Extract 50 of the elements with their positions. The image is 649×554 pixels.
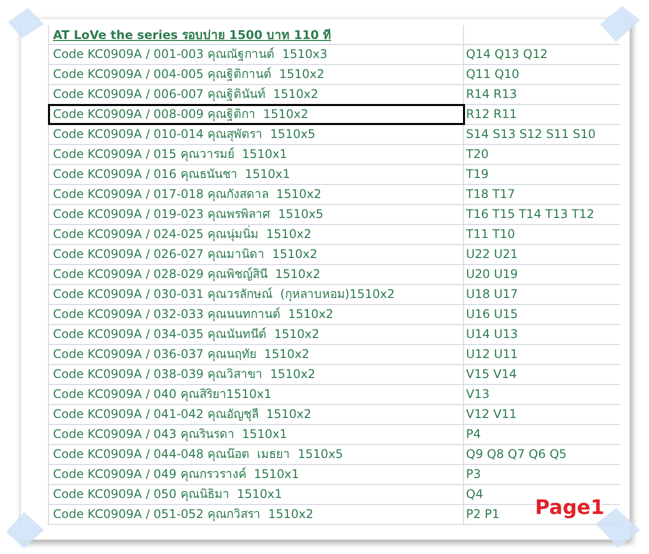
table-cell[interactable]: Code KC0909A / 036-037 คุณนฤทัย 1510x2 [49,345,464,364]
table-cell-text: P3 [465,466,482,483]
table-cell[interactable]: Code KC0909A / 050 คุณนิธิมา 1510x1 [49,485,464,504]
table-cell[interactable]: Code KC0909A / 043 คุณรินรดา 1510x1 [49,425,464,444]
table-cell-text: U12 U11 [465,346,519,363]
table-cell-text: P2 P1 [465,506,501,523]
table-cell[interactable]: Code KC0909A / 006-007 คุณฐิตินันท์ 1510x2 [49,85,464,104]
table-cell-text: U22 U21 [465,246,519,263]
table-cell-text: S14 S13 S12 S11 S10 [465,126,597,143]
table-cell[interactable]: Code KC0909A / 008-009 คุณฐิติกา 1510x2 [49,105,464,124]
page-label: Page1 [535,494,604,521]
table-cell[interactable]: Code KC0909A / 004-005 คุณฐิติกานต์ 1510x2 [49,65,464,84]
table-cell-text: T19 [465,166,490,183]
table-cell-text: V15 V14 [465,366,518,383]
table-cell[interactable]: Code KC0909A / 049 คุณกรวรางค์ 1510x1 [49,465,464,484]
table-cell-text: T18 T17 [465,186,516,203]
table-cell-text: P4 [465,426,482,443]
table-cell[interactable]: Code KC0909A / 044-048 คุณน๊อต เมธยา 1510x5 [49,445,464,464]
table-cell[interactable]: Code KC0909A / 010-014 คุณสุพัตรา 1510x5 [49,125,464,144]
table-cell[interactable]: Code KC0909A / 015 คุณวารมย์ 1510x1 [49,145,464,164]
table-cell-text: T16 T15 T14 T13 T12 [465,206,596,223]
table-cell-text: Q4 [465,486,484,503]
table-cell[interactable]: Code KC0909A / 019-023 คุณพรพิลาศ 1510x5 [49,205,464,224]
table-cell[interactable]: Code KC0909A / 001-003 คุณณัฐกานต์ 1510x3 [49,45,464,64]
table-cell-text: T20 [465,146,490,163]
table-cell-text: U18 U17 [465,286,519,303]
table-cell[interactable]: Code KC0909A / 017-018 คุณกังสดาล 1510x2 [49,185,464,204]
table-cell-text: R14 R13 [465,86,518,103]
table-cell[interactable]: Code KC0909A / 038-039 คุณวิสาขา 1510x2 [49,365,464,384]
table-cell[interactable]: Code KC0909A / 026-027 คุณมานิดา 1510x2 [49,245,464,264]
table-cell[interactable]: Code KC0909A / 032-033 คุณนนทกานต์ 1510x2 [49,305,464,324]
table-cell-text: Q14 Q13 Q12 [465,46,549,63]
table-cell[interactable]: Code KC0909A / 024-025 คุณนุ่มนิ่ม 1510x2 [49,225,464,244]
table-cell-text: U20 U19 [465,266,519,283]
table-cell-text: Q9 Q8 Q7 Q6 Q5 [465,446,568,463]
table-cell-text: R12 R11 [465,106,518,123]
table-cell[interactable]: Code KC0909A / 051-052 คุณกวิสรา 1510x2 [49,505,464,524]
table-cell[interactable]: Code KC0909A / 041-042 คุณอัญชุลี 1510x2 [49,405,464,424]
table-cell[interactable]: Code KC0909A / 034-035 คุณนันทนีต์ 1510x2 [49,325,464,344]
sheet-title: AT LoVe the series รอบบ่าย 1500 บาท 110 ที [49,25,464,44]
table-cell[interactable]: Code KC0909A / 016 คุณธนันชา 1510x1 [49,165,464,184]
table-cell-text: V13 [465,386,490,403]
table-cell-text: U16 U15 [465,306,519,323]
table-cell-text: Q11 Q10 [465,66,520,83]
table-cell-text: U14 U13 [465,326,519,343]
table-cell-text: T11 T10 [465,226,516,243]
table-cell[interactable]: Code KC0909A / 040 คุณสิริยา1510x1 [49,385,464,404]
table-cell[interactable]: Code KC0909A / 028-029 คุณพิชญ์สินี 1510x2 [49,265,464,284]
table-cell-text: V12 V11 [465,406,518,423]
table-cell[interactable]: Code KC0909A / 030-031 คุณวรลักษณ์ (กุหลาบหอม)1510x2 [49,285,464,304]
